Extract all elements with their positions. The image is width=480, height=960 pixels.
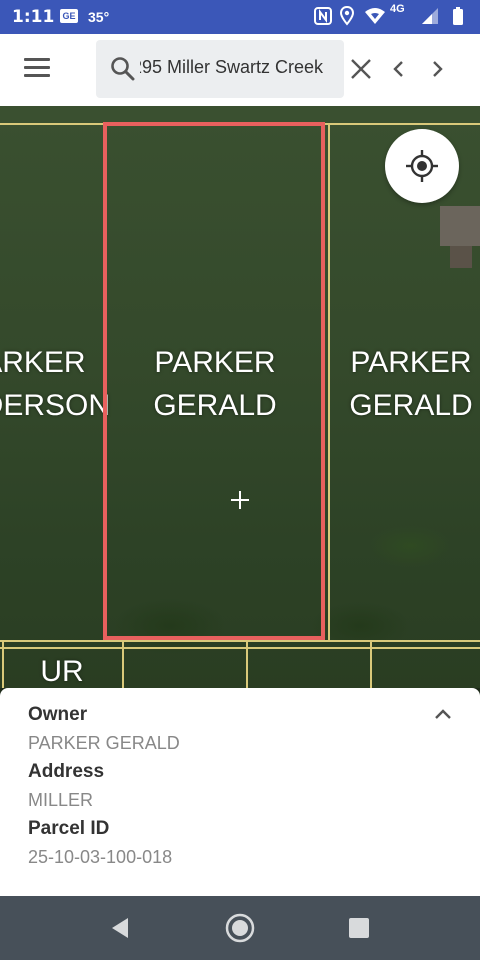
house-roof (450, 246, 472, 268)
status-time: 1:11 (12, 7, 55, 27)
search-field[interactable]: 295 Miller Swartz Creek (96, 40, 344, 98)
parcel-label-bottom: UR (40, 655, 84, 688)
parcel-boundary (122, 642, 124, 688)
nfc-icon (314, 7, 332, 25)
owner-value: PARKER GERALD (28, 733, 180, 753)
back-icon[interactable] (108, 912, 132, 944)
previous-result-button[interactable] (386, 56, 412, 82)
parcel-boundary (2, 642, 4, 688)
search-icon (111, 57, 135, 81)
home-icon[interactable] (224, 912, 256, 944)
wifi-icon (365, 8, 385, 24)
parcel-details-panel: Owner PARKER GERALD Address MILLER Parce… (0, 688, 480, 896)
ge-badge-icon: GE (60, 9, 78, 23)
search-input[interactable]: 295 Miller Swartz Creek (140, 57, 340, 78)
selected-parcel-outline (103, 122, 325, 640)
my-location-button[interactable] (385, 129, 459, 203)
owner-label: Owner (28, 704, 88, 725)
status-bar: 1:11 GE 35° 4G (0, 0, 480, 34)
collapse-panel-button[interactable] (432, 706, 454, 722)
system-nav-bar (0, 896, 480, 960)
battery-icon (453, 7, 463, 25)
parcel-boundary (246, 642, 248, 688)
parcel-boundary (370, 642, 372, 688)
my-location-icon (406, 150, 438, 182)
parcel-boundary (0, 640, 480, 642)
parcel-id-value: 25-10-03-100-018 (28, 847, 173, 867)
address-value: MILLER (28, 790, 94, 810)
signal-icon (422, 8, 438, 24)
top-bar: 295 Miller Swartz Creek (0, 34, 480, 106)
parcel-label-right: PARKER GERALD (349, 346, 473, 422)
house-roof (440, 206, 480, 246)
menu-button[interactable] (24, 58, 50, 80)
address-label: Address (28, 761, 105, 782)
status-temperature: 35° (88, 9, 110, 25)
location-status-icon (339, 5, 355, 26)
parcel-label-left: PARKER ANDERSON (0, 346, 111, 422)
next-result-button[interactable] (424, 56, 450, 82)
parcel-boundary (0, 647, 480, 649)
clear-search-button[interactable] (348, 56, 374, 82)
parcel-id-label: Parcel ID (28, 818, 110, 839)
recents-icon[interactable] (346, 912, 372, 944)
network-type: 4G (390, 3, 405, 15)
